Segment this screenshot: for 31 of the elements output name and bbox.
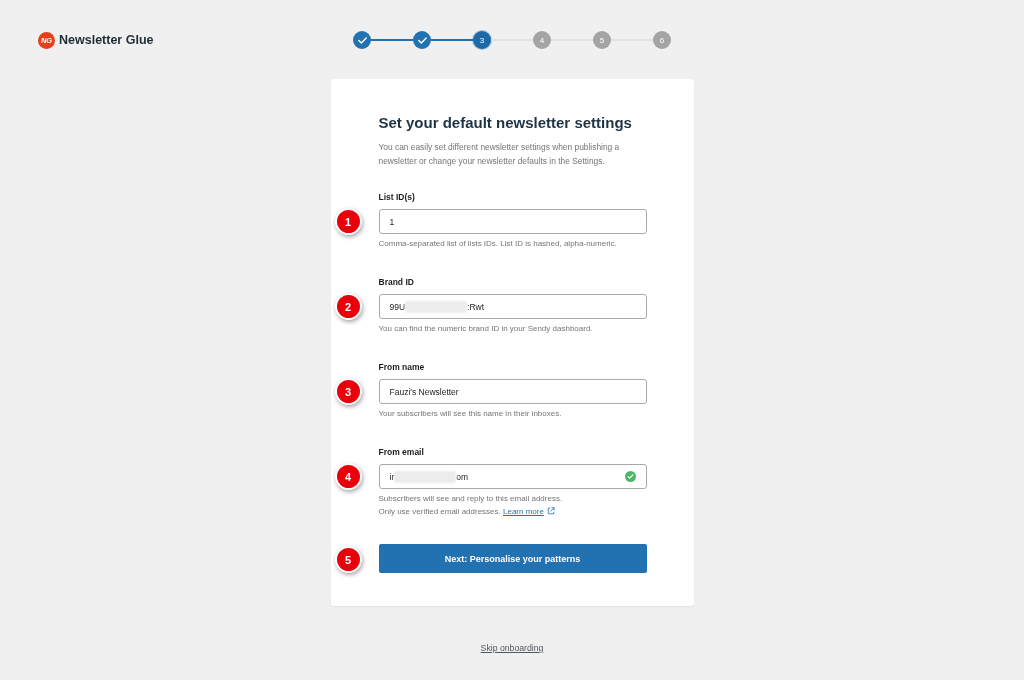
card-description: You can easily set different newsletter settings when publishing a newsletter or change your newsletter defaults in the Settings. xyxy=(378,141,621,168)
skip-onboarding-link[interactable]: Skip onboarding xyxy=(480,643,544,653)
step-indicator: 5 xyxy=(593,31,611,49)
check-icon xyxy=(357,36,367,44)
step-indicator: 6 xyxy=(653,31,671,49)
check-icon xyxy=(417,36,427,44)
input-field[interactable]: 99U :Rwt xyxy=(378,294,647,319)
input-field[interactable]: 1 xyxy=(378,209,647,234)
field-label: List ID(s) xyxy=(378,191,415,203)
annotation-marker: 3 xyxy=(334,378,362,405)
annotation-marker: 1 xyxy=(334,208,362,235)
annotation-marker: 4 xyxy=(334,463,362,490)
input-field[interactable]: ir om xyxy=(378,464,647,489)
input-field[interactable]: Fauzi's Newsletter xyxy=(378,379,647,404)
step-indicator: 4 xyxy=(533,31,551,49)
check-circle-icon xyxy=(624,471,636,482)
annotation-marker: 2 xyxy=(334,293,362,320)
help-text: Comma-separated list of lists IDs. List ID is hashed, alpha-numeric. xyxy=(378,238,617,250)
field-label: From name xyxy=(378,361,425,373)
card-title: Set your default newsletter settings xyxy=(378,113,633,133)
help-text: Your subscribers will see this name in their inboxes. xyxy=(378,408,562,420)
brand-name: Newsletter Glue xyxy=(59,33,154,47)
next-button[interactable]: Next: Personalise your patterns xyxy=(378,544,647,573)
help-text: You can find the numeric brand ID in your Sendy dashboard. xyxy=(378,323,593,335)
learn-more-link[interactable]: Learn more xyxy=(503,507,555,516)
annotation-marker: 5 xyxy=(334,546,362,573)
step-indicator: 3 xyxy=(473,31,491,49)
external-link-icon xyxy=(546,507,555,515)
help-text: Subscribers will see and reply to this email address. Only use verified email addresses. Learn more xyxy=(378,493,563,518)
field-label: From email xyxy=(378,446,424,458)
field-label: Brand ID xyxy=(378,276,414,288)
